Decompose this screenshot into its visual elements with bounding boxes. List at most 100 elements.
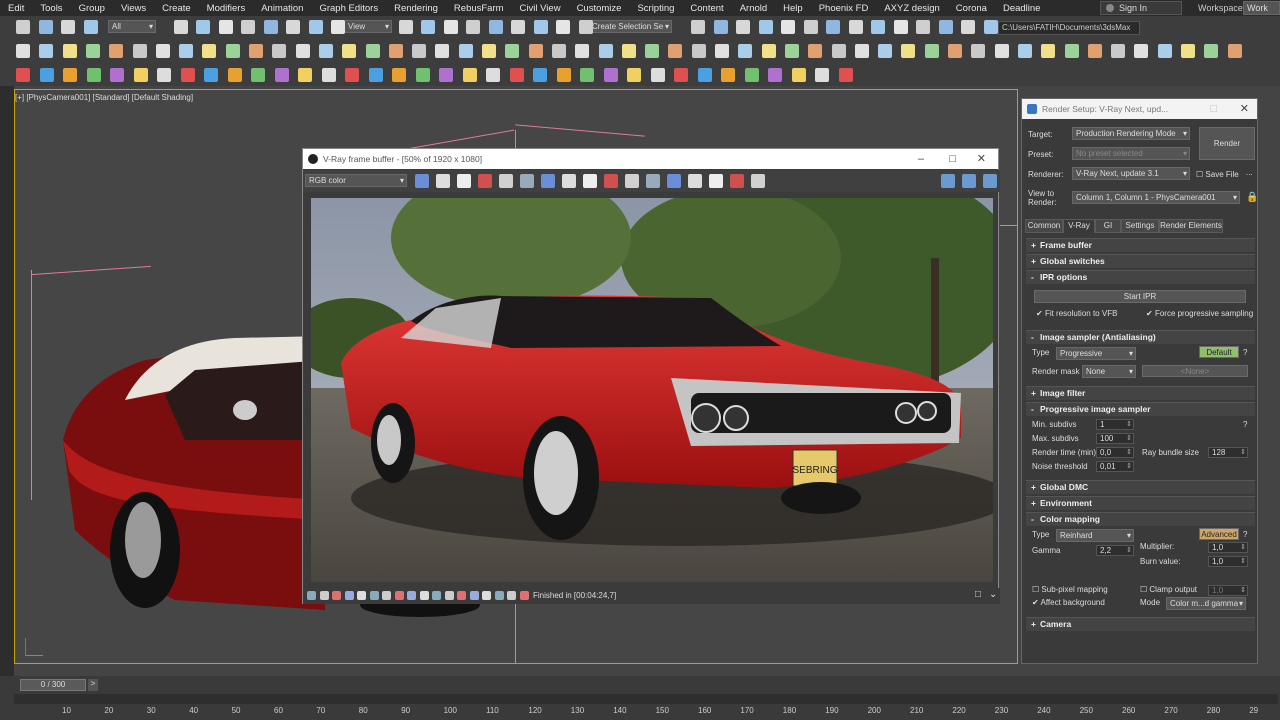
toolbar-tool-icon[interactable] xyxy=(218,20,233,34)
toolbar-tool-icon[interactable] xyxy=(179,44,194,58)
vfb-tool-icon[interactable] xyxy=(604,174,618,188)
toolbar-tool-icon[interactable] xyxy=(781,20,795,34)
toolbar-tool-icon[interactable] xyxy=(556,20,570,34)
toolbar-tool-icon[interactable] xyxy=(627,68,641,82)
toolbar-tool-icon[interactable] xyxy=(298,68,312,82)
toolbar-tool-icon[interactable] xyxy=(736,20,750,34)
maximize-button[interactable]: □ xyxy=(949,149,956,169)
toolbar-tool-icon[interactable] xyxy=(758,20,773,34)
toolbar-tool-icon[interactable] xyxy=(971,44,986,58)
toolbar-tool-icon[interactable] xyxy=(768,68,782,82)
toolbar-tool-icon[interactable] xyxy=(509,68,524,82)
help-button[interactable]: ? xyxy=(1243,420,1247,429)
toolbar-tool-icon[interactable] xyxy=(831,44,846,58)
toolbar-tool-icon[interactable] xyxy=(1134,44,1149,58)
toolbar-tool-icon[interactable] xyxy=(458,44,473,58)
toolbar-tool-icon[interactable] xyxy=(412,44,427,58)
vfb-status-icon[interactable] xyxy=(357,591,366,600)
rollout-global-switches[interactable]: Global switches xyxy=(1026,254,1255,268)
toolbar-tool-icon[interactable] xyxy=(854,44,869,58)
rollout-image-sampler[interactable]: Image sampler (Antialiasing) xyxy=(1026,330,1255,344)
vfb-status-icon[interactable] xyxy=(457,591,466,600)
toolbar-tool-icon[interactable] xyxy=(1157,44,1172,58)
default-button[interactable]: Default xyxy=(1199,346,1239,358)
toolbar-tool-icon[interactable] xyxy=(132,44,147,58)
toolbar-tool-icon[interactable] xyxy=(227,68,242,82)
toolbar-tool-icon[interactable] xyxy=(815,68,829,82)
toolbar-tool-icon[interactable] xyxy=(1064,44,1079,58)
menu-scripting[interactable]: Scripting xyxy=(629,3,682,14)
help-button[interactable]: ? xyxy=(1243,530,1247,539)
vfb-status-icon[interactable] xyxy=(507,591,516,600)
toolbar-tool-icon[interactable] xyxy=(38,20,53,34)
render-mask-none-button[interactable]: <None> xyxy=(1142,365,1248,377)
vfb-status-icon[interactable] xyxy=(344,591,354,600)
toolbar-tool-icon[interactable] xyxy=(365,44,380,58)
vfb-tool-icon[interactable] xyxy=(667,174,681,188)
vfb-tool-icon[interactable] xyxy=(541,174,555,188)
tab-gi[interactable]: GI xyxy=(1095,219,1121,233)
workspaces-dropdown[interactable]: Work xyxy=(1243,1,1280,15)
toolbar-tool-icon[interactable] xyxy=(580,68,594,82)
vfb-tool-icon[interactable] xyxy=(562,174,576,188)
toolbar-tool-icon[interactable] xyxy=(721,68,735,82)
vfb-status-icon[interactable] xyxy=(444,591,454,600)
render-setup-window[interactable]: Render Setup: V-Ray Next, upd... □ ✕ Tar… xyxy=(1021,98,1258,664)
toolbar-tool-icon[interactable] xyxy=(1204,44,1219,58)
toolbar-tool-icon[interactable] xyxy=(744,68,759,82)
noise-threshold-spinner[interactable]: 0,01 xyxy=(1096,461,1134,472)
render-mask-dropdown[interactable]: None xyxy=(1082,365,1136,378)
toolbar-tool-icon[interactable] xyxy=(761,44,776,58)
menu-group[interactable]: Group xyxy=(71,3,113,14)
toolbar-tool-icon[interactable] xyxy=(961,20,975,34)
render-time-spinner[interactable]: 0,0 xyxy=(1096,447,1134,458)
toolbar-tool-icon[interactable] xyxy=(691,44,706,58)
advanced-button[interactable]: Advanced xyxy=(1199,528,1239,540)
toolbar-tool-icon[interactable] xyxy=(505,44,520,58)
vfb-tool-icon[interactable] xyxy=(520,174,534,188)
toolbar-tool-icon[interactable] xyxy=(621,44,636,58)
toolbar-tool-icon[interactable] xyxy=(838,68,853,82)
rollout-image-filter[interactable]: Image filter xyxy=(1026,386,1255,400)
vfb-status-icon[interactable] xyxy=(394,591,404,600)
toolbar-tool-icon[interactable] xyxy=(83,20,98,34)
toolbar-tool-icon[interactable] xyxy=(808,44,823,58)
menu-phoenix-fd[interactable]: Phoenix FD xyxy=(811,3,877,14)
rollout-ipr-options[interactable]: IPR options xyxy=(1026,270,1255,284)
tab-render-elements[interactable]: Render Elements xyxy=(1159,219,1223,233)
menu-axyz-design[interactable]: AXYZ design xyxy=(876,3,947,14)
menu-edit[interactable]: Edit xyxy=(0,3,32,14)
toolbar-tool-icon[interactable] xyxy=(674,68,688,82)
toolbar-tool-icon[interactable] xyxy=(466,20,480,34)
toolbar-tool-icon[interactable] xyxy=(983,20,998,34)
mode-dropdown[interactable]: Color m...d gamma xyxy=(1166,597,1246,610)
more-options-button[interactable]: ... xyxy=(1246,168,1253,177)
toolbar-tool-icon[interactable] xyxy=(39,68,54,82)
tab-settings[interactable]: Settings xyxy=(1121,219,1159,233)
toolbar-tool-icon[interactable] xyxy=(308,20,323,34)
toolbar-tool-icon[interactable] xyxy=(286,20,300,34)
vfb-status-icon[interactable] xyxy=(332,591,341,600)
color-mapping-type-dropdown[interactable]: Reinhard xyxy=(1056,529,1134,542)
rollout-environment[interactable]: Environment xyxy=(1026,496,1255,510)
vfb-status-icon[interactable] xyxy=(307,591,316,600)
toolbar-tool-icon[interactable] xyxy=(251,68,265,82)
rollout-global-dmc[interactable]: Global DMC xyxy=(1026,480,1255,494)
named-selection-set-dropdown[interactable]: Create Selection Se xyxy=(588,20,672,33)
fit-vfb-checkbox[interactable]: ✔ Fit resolution to VFB xyxy=(1036,309,1117,318)
menu-animation[interactable]: Animation xyxy=(253,3,311,14)
toolbar-tool-icon[interactable] xyxy=(462,68,477,82)
target-dropdown[interactable]: Production Rendering Mode xyxy=(1072,127,1190,140)
toolbar-tool-icon[interactable] xyxy=(488,20,503,34)
toolbar-tool-icon[interactable] xyxy=(893,20,908,34)
toolbar-tool-icon[interactable] xyxy=(791,68,806,82)
maximize-button[interactable]: □ xyxy=(1210,99,1217,119)
toolbar-tool-icon[interactable] xyxy=(803,20,818,34)
preset-dropdown[interactable]: No preset selected xyxy=(1072,147,1190,160)
toolbar-tool-icon[interactable] xyxy=(603,68,618,82)
menu-corona[interactable]: Corona xyxy=(948,3,995,14)
vfb-tool-icon[interactable] xyxy=(583,174,597,188)
menu-help[interactable]: Help xyxy=(775,3,811,14)
vfb-status-icon[interactable] xyxy=(419,591,429,600)
tab-vray[interactable]: V-Ray xyxy=(1063,219,1095,233)
